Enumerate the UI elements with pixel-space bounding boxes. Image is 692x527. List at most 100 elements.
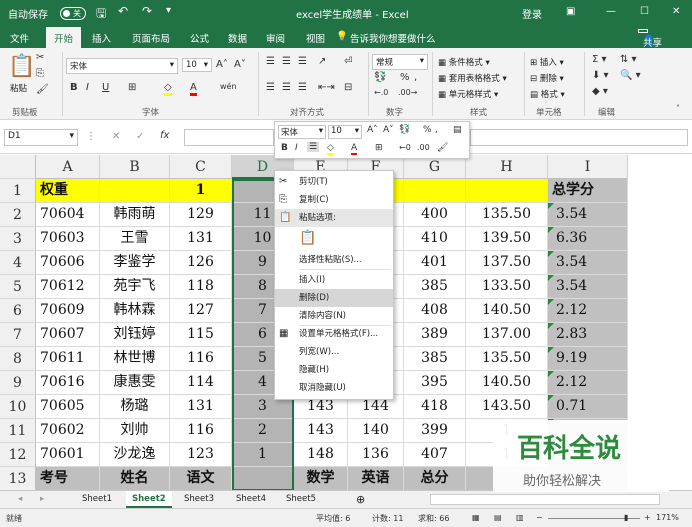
fill-color-icon[interactable]: ◇ [164,82,172,96]
share-button[interactable]: 👤 共享 [638,29,662,49]
formula-input[interactable] [184,129,274,146]
cell-D11[interactable]: 2 [232,419,294,443]
cell-B7[interactable]: 刘钰婷 [100,323,170,347]
shrink-font-icon[interactable]: A˅ [234,59,246,70]
context-item-9[interactable]: 列宽(W)... [275,343,393,361]
mini-format-painter-icon[interactable]: 🖌 [437,143,448,153]
mini-shrink-font-icon[interactable]: A˅ [383,125,394,135]
cell-H2[interactable]: 135.50 [466,203,548,227]
cell-C6[interactable]: 127 [170,299,232,323]
cell-B1[interactable] [100,179,170,203]
cell-E11[interactable]: 143 [294,419,348,443]
undo-icon[interactable]: ↶ [118,4,128,18]
sheet-tab-sheet5[interactable]: Sheet5 [280,491,322,508]
col-header-I[interactable]: I [548,155,628,179]
align-left-icon[interactable]: ☰ [266,82,275,93]
cut-icon[interactable]: ✂ [36,52,44,63]
align-middle-icon[interactable]: ☰ [282,56,291,67]
cell-H8[interactable]: 135.50 [466,347,548,371]
delete-cells-button[interactable]: ⊟ 删除 ▾ [530,72,564,84]
context-item-5[interactable]: 插入(I) [275,271,393,289]
grow-font-icon[interactable]: A˄ [216,59,228,70]
cell-H4[interactable]: 137.50 [466,251,548,275]
cell-H1[interactable] [466,179,548,203]
cell-G2[interactable]: 400 [404,203,466,227]
tab-page-layout[interactable]: 页面布局 [132,31,170,45]
mini-italic-icon[interactable]: I [295,143,298,153]
cell-I7[interactable]: 2.83 [548,323,628,347]
new-sheet-icon[interactable]: ⊕ [350,491,371,508]
row-header-3[interactable]: 3 [0,227,36,251]
tab-home[interactable]: 开始 [46,27,82,48]
zoom-in-icon[interactable]: + [644,513,651,522]
cell-G1[interactable] [404,179,466,203]
context-item-1[interactable]: ⎘ 复制(C) [275,191,393,209]
currency-icon[interactable]: 💱 [374,72,386,83]
tab-file[interactable]: 文件 [10,31,29,45]
cell-B10[interactable]: 杨璐 [100,395,170,419]
copy-icon[interactable]: ⎘ [36,68,44,79]
normal-view-icon[interactable]: ▦ [472,513,480,522]
cell-B6[interactable]: 韩林霖 [100,299,170,323]
close-icon[interactable]: ✕ [672,6,680,17]
cell-C2[interactable]: 129 [170,203,232,227]
cell-A3[interactable]: 70603 [36,227,100,251]
cell-I6[interactable]: 2.12 [548,299,628,323]
row-header-10[interactable]: 10 [0,395,36,419]
cell-A4[interactable]: 70606 [36,251,100,275]
login-link[interactable]: 登录 [522,6,542,21]
cell-H10[interactable]: 143.50 [466,395,548,419]
insert-cells-button[interactable]: ⊞ 插入 ▾ [530,56,564,68]
cell-G5[interactable]: 385 [404,275,466,299]
tab-insert[interactable]: 插入 [92,31,111,45]
confirm-formula-icon[interactable]: ✓ [136,131,144,142]
cell-C3[interactable]: 131 [170,227,232,251]
page-layout-view-icon[interactable]: ▤ [494,513,502,522]
orientation-icon[interactable]: ↗ [318,56,326,67]
row-header-5[interactable]: 5 [0,275,36,299]
sheet-tab-sheet1[interactable]: Sheet1 [76,491,118,508]
cell-D12[interactable]: 1 [232,443,294,467]
fill-icon[interactable]: ⬇ ▾ [592,70,609,81]
cell-G12[interactable]: 407 [404,443,466,467]
cell-C11[interactable]: 116 [170,419,232,443]
row-header-11[interactable]: 11 [0,419,36,443]
cell-H6[interactable]: 140.50 [466,299,548,323]
mini-size-dropdown[interactable]: 10 ▾ [328,125,362,139]
cell-C8[interactable]: 116 [170,347,232,371]
mini-decrease-decimal-icon[interactable]: .00 [417,143,430,152]
autosave-toggle[interactable]: 关 [60,7,86,20]
horizontal-scrollbar[interactable] [430,494,660,505]
tell-me-search[interactable]: 告诉我你想要做什么 [350,31,436,45]
cell-B5[interactable]: 苑宇飞 [100,275,170,299]
mini-bold-icon[interactable]: B [281,143,288,153]
mini-format-icon[interactable]: ▤ [453,125,462,135]
align-bottom-icon[interactable]: ☰ [298,56,307,67]
col-header-C[interactable]: C [170,155,232,179]
context-item-4[interactable]: 选择性粘贴(S)... [275,251,393,269]
select-all-corner[interactable] [0,155,36,179]
tab-review[interactable]: 审阅 [266,31,285,45]
indent-icon[interactable]: ⇤⇥ [318,82,335,93]
cell-C7[interactable]: 115 [170,323,232,347]
customize-qat-icon[interactable]: ▾ [166,5,171,16]
ribbon-display-icon[interactable]: ▣ [566,6,575,17]
row-header-8[interactable]: 8 [0,347,36,371]
cell-B8[interactable]: 林世博 [100,347,170,371]
row-header-13[interactable]: 13 [0,467,36,490]
mini-increase-decimal-icon[interactable]: ←0 [399,143,411,152]
mini-font-dropdown[interactable]: 宋体 ▾ [278,125,326,139]
cell-I5[interactable]: 3.54 [548,275,628,299]
mini-font-color-icon[interactable]: A [351,143,358,155]
cell-D13[interactable] [232,467,294,490]
border-icon[interactable]: ⊞ [128,82,136,93]
insert-function-icon[interactable]: fx [160,130,169,141]
cell-E13[interactable]: 数学 [294,467,348,490]
cell-B11[interactable]: 刘帅 [100,419,170,443]
cell-A13[interactable]: 考号 [36,467,100,490]
bold-icon[interactable]: B [70,82,78,93]
cell-G10[interactable]: 418 [404,395,466,419]
save-icon[interactable]: 🖫 [96,4,106,25]
cell-B12[interactable]: 沙龙逸 [100,443,170,467]
cell-H9[interactable]: 140.50 [466,371,548,395]
